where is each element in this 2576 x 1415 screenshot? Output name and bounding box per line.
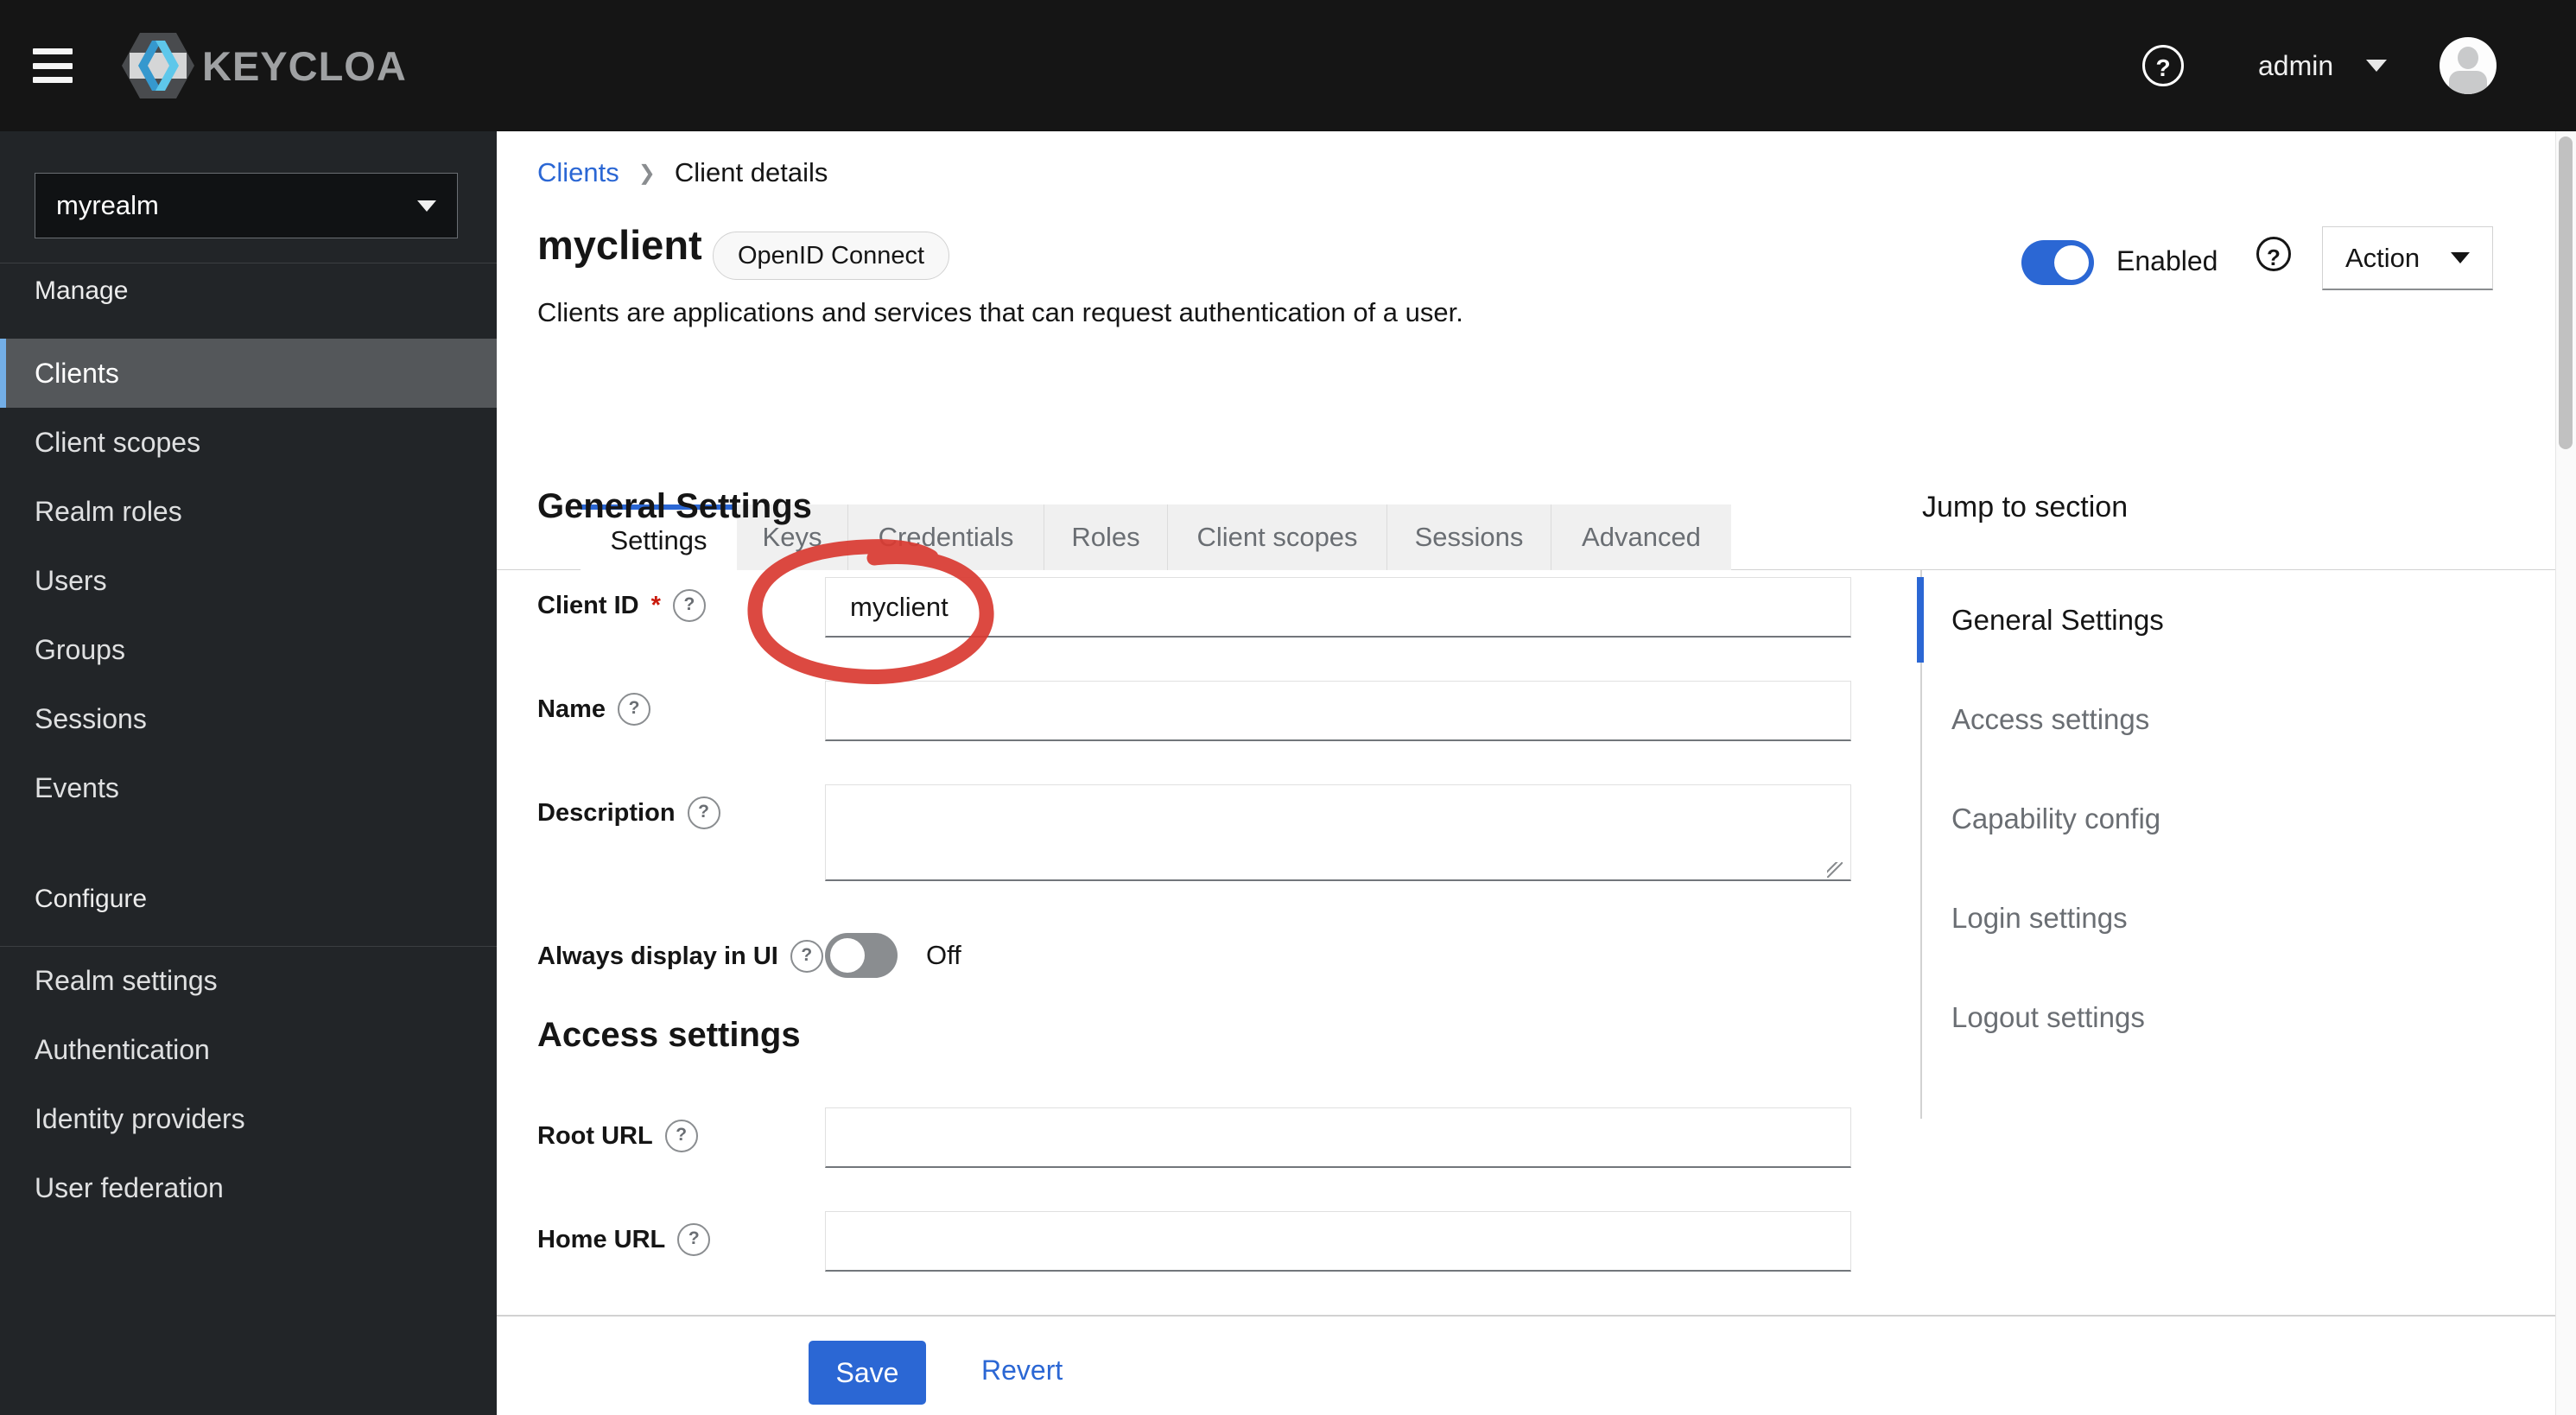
jump-link-general-settings[interactable]: General Settings	[1917, 570, 2371, 669]
root-url-label: Root URL	[537, 1120, 698, 1152]
revert-link[interactable]: Revert	[981, 1355, 1063, 1386]
enabled-label: Enabled	[2116, 245, 2218, 276]
sidebar-item-groups[interactable]: Groups	[0, 615, 497, 684]
root-url-help-icon[interactable]	[664, 1120, 698, 1152]
avatar-person-icon	[2458, 47, 2478, 69]
resize-handle-icon[interactable]	[1827, 862, 1843, 878]
always-display-state: Off	[926, 940, 961, 970]
general-settings-heading: General Settings	[537, 487, 812, 525]
home-url-label: Home URL	[537, 1223, 711, 1256]
always-display-toggle[interactable]	[825, 933, 898, 978]
page-title: myclient	[537, 222, 702, 268]
protocol-badge: OpenID Connect	[713, 232, 950, 280]
jump-link-login-settings[interactable]: Login settings	[1922, 868, 2371, 968]
breadcrumb-link-clients[interactable]: Clients	[537, 157, 619, 188]
main-content: Clients ❯ Client details myclient OpenID…	[497, 131, 2555, 1415]
user-dropdown[interactable]: admin	[2253, 45, 2392, 86]
tab-advanced[interactable]: Advanced	[1551, 504, 1731, 570]
jump-link-access-settings[interactable]: Access settings	[1922, 669, 2371, 769]
keycloak-logo: KEYCLOAK	[121, 29, 406, 103]
nav-toggle-hamburger-icon[interactable]	[33, 48, 73, 83]
description-label: Description	[537, 796, 720, 829]
masthead: KEYCLOAK admin	[0, 0, 2576, 131]
always-display-help-icon[interactable]	[790, 940, 823, 973]
sidebar-item-users[interactable]: Users	[0, 546, 497, 615]
description-help-icon[interactable]	[687, 796, 720, 829]
sidebar-item-client-scopes[interactable]: Client scopes	[0, 408, 497, 477]
name-label: Name	[537, 693, 650, 726]
global-help-icon[interactable]	[2142, 45, 2184, 86]
client-id-help-icon[interactable]	[672, 589, 706, 622]
enabled-toggle[interactable]	[2021, 240, 2094, 285]
access-settings-heading: Access settings	[537, 1016, 801, 1054]
chevron-down-icon	[2451, 252, 2470, 263]
jump-link-logout-settings[interactable]: Logout settings	[1922, 968, 2371, 1067]
home-url-help-icon[interactable]	[677, 1223, 711, 1256]
avatar[interactable]	[2440, 37, 2497, 94]
chevron-down-icon	[2366, 60, 2388, 72]
sidebar: myrealm Manage Clients Client scopes Rea…	[0, 131, 497, 1415]
sidebar-item-authentication[interactable]: Authentication	[0, 1015, 497, 1084]
action-dropdown-label: Action	[2345, 242, 2421, 273]
chevron-down-icon	[417, 200, 436, 212]
jump-to-section-list: General Settings Access settings Capabil…	[1917, 570, 2406, 1119]
breadcrumb-current: Client details	[674, 157, 828, 187]
keycloak-logo-icon: KEYCLOAK	[122, 33, 406, 98]
footer-divider	[497, 1315, 2555, 1317]
tab-roles[interactable]: Roles	[1044, 504, 1168, 570]
chevron-right-icon: ❯	[638, 161, 656, 185]
sidebar-item-user-federation[interactable]: User federation	[0, 1153, 497, 1222]
sidebar-item-realm-roles[interactable]: Realm roles	[0, 477, 497, 546]
description-textarea[interactable]	[825, 784, 1851, 881]
user-name: admin	[2258, 49, 2334, 81]
sidebar-item-identity-providers[interactable]: Identity providers	[0, 1084, 497, 1153]
realm-selector[interactable]: myrealm	[35, 173, 458, 238]
enabled-help-icon[interactable]	[2256, 237, 2291, 271]
always-display-label: Always display in UI	[537, 940, 823, 973]
name-input[interactable]	[825, 681, 1851, 741]
svg-text:KEYCLOAK: KEYCLOAK	[202, 43, 406, 89]
action-dropdown[interactable]: Action	[2322, 226, 2493, 290]
section-label-manage: Manage	[35, 276, 129, 305]
required-asterisk: *	[650, 591, 661, 619]
client-subtitle: Clients are applications and services th…	[537, 297, 1463, 327]
jump-link-capability-config[interactable]: Capability config	[1922, 769, 2371, 868]
save-button[interactable]: Save	[809, 1341, 926, 1405]
name-help-icon[interactable]	[618, 693, 650, 726]
home-url-input[interactable]	[825, 1211, 1851, 1272]
breadcrumb: Clients ❯ Client details	[537, 157, 828, 188]
sidebar-item-realm-settings[interactable]: Realm settings	[0, 946, 497, 1015]
client-id-label: Client ID *	[537, 589, 706, 622]
realm-name: myrealm	[56, 190, 159, 220]
tab-sessions[interactable]: Sessions	[1387, 504, 1551, 570]
sidebar-item-sessions[interactable]: Sessions	[0, 684, 497, 753]
sidebar-item-events[interactable]: Events	[0, 753, 497, 822]
jump-to-section-heading: Jump to section	[1922, 491, 2129, 523]
tab-credentials[interactable]: Credentials	[848, 504, 1044, 570]
keycloak-admin-console: KEYCLOAK admin myrealm Manage Clients Cl…	[0, 0, 2576, 1415]
client-id-input[interactable]	[825, 577, 1851, 638]
section-label-configure: Configure	[35, 885, 148, 913]
root-url-input[interactable]	[825, 1107, 1851, 1168]
scrollbar-thumb[interactable]	[2559, 136, 2573, 449]
tab-client-scopes[interactable]: Client scopes	[1168, 504, 1387, 570]
sidebar-item-clients[interactable]: Clients	[0, 339, 497, 408]
